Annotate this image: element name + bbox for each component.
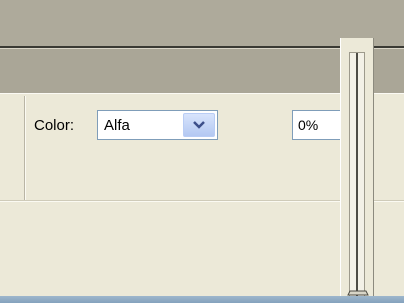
color-mode-select[interactable]: Alfa	[97, 110, 218, 140]
alpha-percent-value: 0%	[298, 117, 319, 133]
chevron-down-icon	[193, 121, 205, 129]
alpha-slider[interactable]	[340, 38, 374, 303]
alpha-percent-input[interactable]: 0%	[292, 110, 344, 140]
color-label: Color:	[34, 117, 75, 134]
alpha-slider-groove	[356, 53, 358, 299]
alpha-slider-track	[349, 52, 365, 300]
color-mode-value: Alfa	[104, 117, 130, 134]
section-separator-vertical-highlight	[25, 96, 26, 200]
bottom-border-strip	[0, 296, 404, 303]
color-mode-dropdown-button[interactable]	[183, 113, 215, 137]
